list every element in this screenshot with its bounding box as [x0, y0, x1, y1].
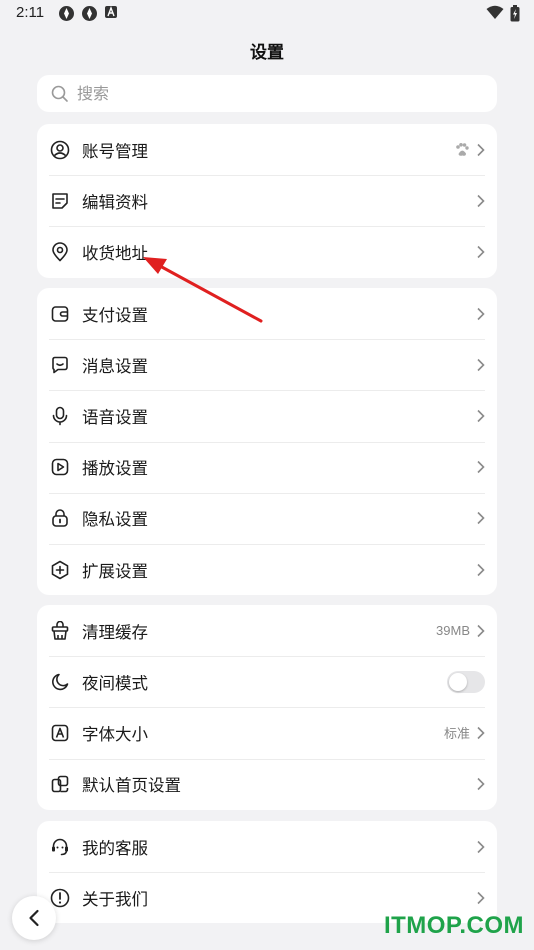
settings-item-night-mode: 夜间模式 — [37, 656, 497, 707]
toggle-knob — [449, 672, 467, 691]
chevron-right-icon — [477, 891, 485, 904]
settings-item-label: 默认首页设置 — [82, 776, 181, 796]
settings-item-shipping-address[interactable]: 收货地址 — [37, 226, 497, 277]
cache-size-value: 39MB — [436, 623, 470, 639]
app-notification-icon — [82, 6, 97, 21]
settings-item-label: 编辑资料 — [82, 192, 148, 212]
page-title: 设置 — [250, 43, 284, 63]
chevron-right-icon — [477, 563, 485, 576]
paw-icon — [456, 142, 469, 156]
settings-item-font-size[interactable]: 字体大小 标准 — [37, 707, 497, 758]
settings-item-clear-cache[interactable]: 清理缓存 39MB — [37, 605, 497, 656]
settings-item-label: 账号管理 — [82, 141, 148, 161]
font-size-value: 标准 — [443, 726, 470, 742]
search-input[interactable] — [77, 84, 437, 103]
settings-group-about: 我的客服 关于我们 — [37, 821, 497, 924]
home-layout-icon — [49, 773, 71, 795]
extension-icon — [49, 559, 71, 581]
chevron-left-icon — [29, 909, 39, 927]
settings-item-extension[interactable]: 扩展设置 — [37, 543, 497, 595]
chevron-right-icon — [477, 778, 485, 791]
message-icon — [49, 354, 71, 376]
settings-item-voice[interactable]: 语音设置 — [37, 390, 497, 441]
settings-item-label: 收货地址 — [82, 243, 148, 263]
search-box[interactable] — [37, 75, 497, 112]
status-time: 2:11 — [16, 4, 45, 21]
text-notification-icon — [105, 6, 117, 18]
settings-group-display: 清理缓存 39MB 夜间模式 字体大小 标准 默认首页设置 — [37, 605, 497, 810]
settings-item-label: 隐私设置 — [82, 510, 148, 530]
settings-item-playback[interactable]: 播放设置 — [37, 441, 497, 493]
settings-item-label: 支付设置 — [82, 305, 148, 325]
settings-item-label: 关于我们 — [82, 889, 148, 909]
chevron-right-icon — [477, 624, 485, 637]
chevron-right-icon — [477, 358, 485, 371]
chevron-right-icon — [477, 194, 485, 207]
app-notification-icon — [59, 6, 74, 21]
account-icon — [49, 139, 71, 161]
settings-item-label: 夜间模式 — [82, 673, 148, 693]
settings-group-account: 账号管理 编辑资料 收货地址 — [37, 124, 497, 278]
status-bar: 2:11 — [0, 0, 534, 28]
chevron-right-icon — [477, 143, 485, 156]
location-icon — [49, 241, 71, 263]
support-icon — [49, 836, 71, 858]
edit-profile-icon — [49, 190, 71, 212]
notification-icons — [58, 5, 118, 22]
settings-item-label: 我的客服 — [82, 838, 148, 858]
settings-item-label: 字体大小 — [82, 724, 148, 744]
chevron-right-icon — [477, 307, 485, 320]
settings-item-customer-service[interactable]: 我的客服 — [37, 821, 497, 872]
settings-item-label: 扩展设置 — [82, 561, 148, 581]
lock-icon — [49, 507, 71, 529]
back-button[interactable] — [12, 896, 56, 940]
settings-item-label: 语音设置 — [82, 407, 148, 427]
chevron-right-icon — [477, 840, 485, 853]
wallet-icon — [49, 303, 71, 325]
night-mode-toggle[interactable] — [447, 670, 485, 693]
settings-item-default-homepage[interactable]: 默认首页设置 — [37, 758, 497, 810]
chevron-right-icon — [477, 726, 485, 740]
chevron-right-icon — [477, 409, 485, 423]
wifi-icon — [486, 5, 504, 19]
settings-item-label: 消息设置 — [82, 356, 148, 376]
clean-icon — [49, 620, 71, 642]
search-icon — [51, 85, 68, 102]
settings-group-general: 支付设置 消息设置 语音设置 播放设置 隐私设置 扩展设置 — [37, 288, 497, 596]
settings-item-privacy[interactable]: 隐私设置 — [37, 492, 497, 544]
chevron-right-icon — [477, 512, 485, 525]
system-icons — [486, 5, 520, 22]
settings-item-label: 播放设置 — [82, 459, 148, 479]
settings-item-message[interactable]: 消息设置 — [37, 339, 497, 390]
chevron-right-icon — [477, 461, 485, 474]
play-icon — [49, 456, 71, 478]
settings-item-payment[interactable]: 支付设置 — [37, 288, 497, 339]
chevron-right-icon — [477, 245, 485, 259]
watermark: ITMOP.COM — [383, 912, 524, 939]
settings-item-label: 清理缓存 — [82, 622, 148, 642]
font-icon — [49, 722, 71, 744]
settings-item-account-management[interactable]: 账号管理 — [37, 124, 497, 175]
microphone-icon — [49, 405, 71, 427]
moon-icon — [49, 671, 71, 693]
settings-item-edit-profile[interactable]: 编辑资料 — [37, 175, 497, 226]
battery-charging-icon — [510, 5, 520, 22]
